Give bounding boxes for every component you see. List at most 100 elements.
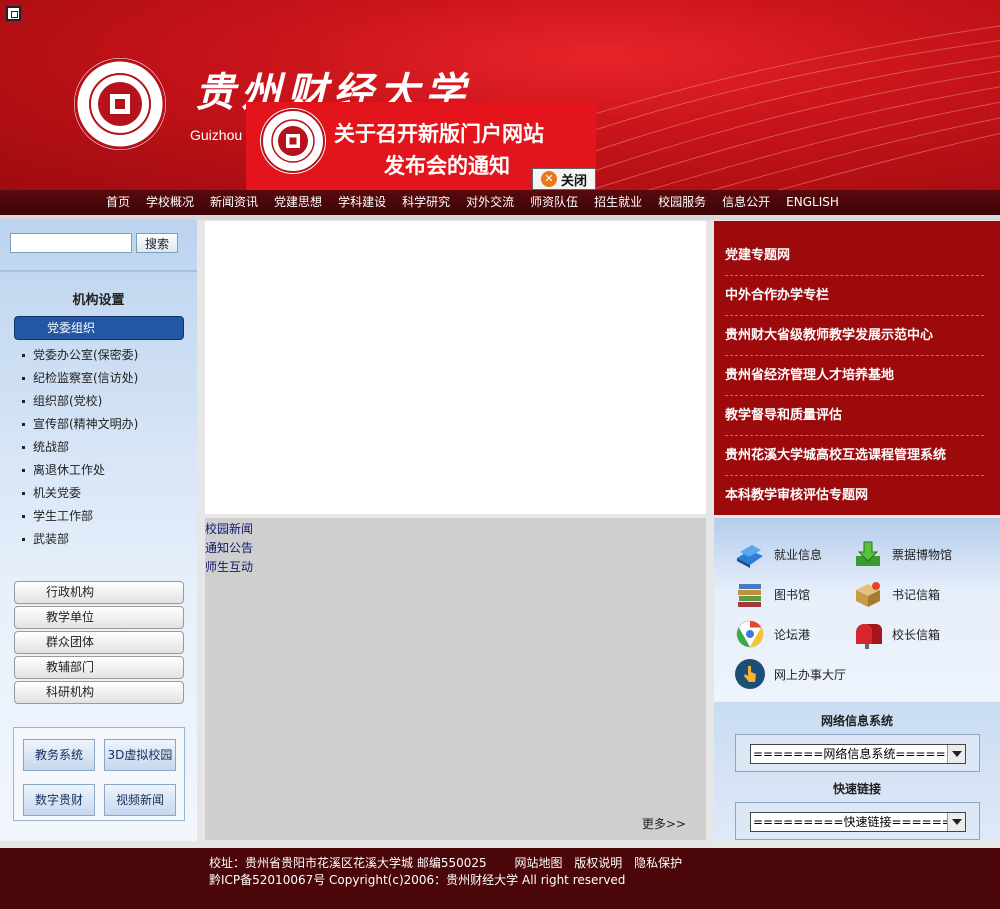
books-icon bbox=[738, 584, 761, 607]
nav-item-news[interactable]: 新闻资讯 bbox=[202, 190, 266, 215]
network-system-title: 网络信息系统 bbox=[820, 714, 893, 728]
featured-link[interactable]: 党建专题网 bbox=[725, 236, 984, 276]
network-system-selected: =======网络信息系统======= bbox=[753, 747, 966, 761]
main-nav: 首页 学校概况 新闻资讯 党建思想 学科建设 科学研究 对外交流 师资队伍 招生… bbox=[0, 190, 1000, 215]
org-group-mass-orgs[interactable]: 群众团体 bbox=[14, 631, 184, 654]
nav-item-english[interactable]: ENGLISH bbox=[778, 190, 847, 215]
service-label: 就业信息 bbox=[774, 547, 823, 562]
quick-links-title: 快速链接 bbox=[832, 782, 881, 796]
footer-line1: 校址：贵州省贵阳市花溪区花溪大学城 邮编550025 网站地图 版权说明 隐私保… bbox=[209, 854, 690, 871]
nav-item-exchange[interactable]: 对外交流 bbox=[458, 190, 522, 215]
news-panel: 校园新闻 通知公告 师生互动 更多>> bbox=[205, 518, 706, 840]
org-group-research[interactable]: 科研机构 bbox=[14, 681, 184, 704]
org-group-admin[interactable]: 行政机构 bbox=[14, 581, 184, 604]
footer-link-privacy[interactable]: 隐私保护 bbox=[634, 856, 682, 870]
nav-item-about[interactable]: 学校概况 bbox=[138, 190, 202, 215]
window-restore-icon[interactable] bbox=[6, 6, 21, 21]
footer-link-copyright[interactable]: 版权说明 bbox=[574, 856, 622, 870]
tab-interaction[interactable]: 师生互动 bbox=[205, 558, 253, 577]
featured-links: 党建专题网 中外合作办学专栏 贵州财大省级教师教学发展示范中心 贵州省经济管理人… bbox=[714, 221, 1000, 515]
news-more-link[interactable]: 更多>> bbox=[642, 815, 686, 832]
service-employment[interactable]: 就业信息 bbox=[734, 538, 822, 570]
popup-title-line1: 关于召开新版门户网站 bbox=[334, 122, 544, 146]
search-bar: 搜索 bbox=[10, 233, 178, 253]
service-online-hall[interactable]: 网上办事大厅 bbox=[734, 658, 846, 690]
org-list-item[interactable]: 武装部 bbox=[22, 528, 138, 551]
academic-system-button[interactable]: 教务系统 bbox=[23, 739, 95, 771]
nav-item-party[interactable]: 党建思想 bbox=[266, 190, 330, 215]
service-label: 票据博物馆 bbox=[892, 547, 953, 562]
quick-links-selected: =========快速链接========= bbox=[753, 815, 966, 829]
service-label: 校长信箱 bbox=[892, 627, 941, 642]
quick-links-select[interactable]: =========快速链接========= bbox=[750, 812, 966, 832]
hand-pointer-icon bbox=[735, 659, 765, 689]
org-list-item[interactable]: 宣传部(精神文明办) bbox=[22, 413, 138, 436]
org-list-item[interactable]: 纪检监察室(信访处) bbox=[22, 367, 138, 390]
video-news-button[interactable]: 视频新闻 bbox=[104, 784, 176, 816]
org-list-item[interactable]: 党委办公室(保密委) bbox=[22, 344, 138, 367]
nav-item-faculty[interactable]: 师资队伍 bbox=[522, 190, 586, 215]
virtual-campus-button[interactable]: 3D虚拟校园 bbox=[104, 739, 176, 771]
slideshow-area[interactable] bbox=[205, 221, 706, 514]
nav-item-admissions[interactable]: 招生就业 bbox=[586, 190, 650, 215]
service-library[interactable]: 图书馆 bbox=[734, 578, 810, 610]
close-circle-icon: ✕ bbox=[540, 171, 557, 187]
digital-campus-button[interactable]: 数字贵财 bbox=[23, 784, 95, 816]
popup-close-label: 关闭 bbox=[560, 173, 587, 189]
footer-link-sitemap[interactable]: 网站地图 bbox=[514, 856, 562, 870]
footer-address: 校址：贵州省贵阳市花溪区花溪大学城 邮编550025 bbox=[209, 856, 487, 870]
site-footer: 校址：贵州省贵阳市花溪区花溪大学城 邮编550025 网站地图 版权说明 隐私保… bbox=[0, 848, 1000, 909]
sidebar-divider bbox=[0, 270, 197, 272]
service-label: 书记信箱 bbox=[892, 587, 941, 602]
chevron-down-icon bbox=[947, 745, 965, 763]
featured-link[interactable]: 贵州花溪大学城高校互选课程管理系统 bbox=[725, 436, 984, 476]
news-tabs: 校园新闻 通知公告 师生互动 bbox=[205, 520, 253, 577]
service-label: 图书馆 bbox=[774, 587, 811, 602]
nav-item-disciplines[interactable]: 学科建设 bbox=[330, 190, 394, 215]
featured-link[interactable]: 贵州财大省级教师教学发展示范中心 bbox=[725, 316, 984, 356]
nav-item-campus-services[interactable]: 校园服务 bbox=[650, 190, 714, 215]
service-secretary-mailbox[interactable]: 书记信箱 bbox=[852, 578, 940, 610]
tab-notices[interactable]: 通知公告 bbox=[205, 539, 253, 558]
featured-link[interactable]: 中外合作办学专栏 bbox=[725, 276, 984, 316]
org-group-support[interactable]: 教辅部门 bbox=[14, 656, 184, 679]
org-list-item[interactable]: 学生工作部 bbox=[22, 505, 138, 528]
service-president-mailbox[interactable]: 校长信箱 bbox=[852, 618, 940, 650]
systems-box: 教务系统 3D虚拟校园 数字贵财 视频新闻 bbox=[13, 727, 185, 821]
org-list-item[interactable]: 离退休工作处 bbox=[22, 459, 138, 482]
university-seal-logo bbox=[74, 58, 166, 150]
announcement-popup[interactable]: 关于召开新版门户网站 发布会的通知 ✕ 关闭 bbox=[246, 102, 596, 190]
org-list-item[interactable]: 组织部(党校) bbox=[22, 390, 138, 413]
system-links-panel: 网络信息系统 =======网络信息系统======= 快速链接 =======… bbox=[714, 702, 1000, 841]
service-label: 论坛港 bbox=[774, 627, 811, 642]
book-icon bbox=[737, 545, 763, 568]
nav-item-info-disclosure[interactable]: 信息公开 bbox=[714, 190, 778, 215]
popup-close-button[interactable]: ✕ 关闭 bbox=[532, 168, 596, 190]
search-button[interactable]: 搜索 bbox=[136, 233, 178, 253]
org-category-active[interactable]: 党委组织 bbox=[14, 316, 184, 340]
tab-campus-news[interactable]: 校园新闻 bbox=[205, 520, 253, 539]
org-list-item[interactable]: 机关党委 bbox=[22, 482, 138, 505]
service-forum[interactable]: 论坛港 bbox=[734, 618, 810, 650]
org-group-list: 行政机构 教学单位 群众团体 教辅部门 科研机构 bbox=[14, 581, 184, 706]
download-icon bbox=[856, 541, 880, 566]
org-group-teaching[interactable]: 教学单位 bbox=[14, 606, 184, 629]
featured-link[interactable]: 本科教学审核评估专题网 bbox=[725, 476, 984, 516]
nav-item-research[interactable]: 科学研究 bbox=[394, 190, 458, 215]
services-panel: 就业信息 票据博物馆 图书馆 书记信箱 论坛港 校长信箱 网上办事大厅 bbox=[714, 518, 1000, 702]
page: 贵州财经大学 Guizhou U 关于召开新版门户网站 发布会的通知 ✕ 关闭 bbox=[0, 0, 1000, 909]
footer-copyright: 黔ICP备52010067号 Copyright(c)2006：贵州财经大学 A… bbox=[209, 873, 626, 887]
package-icon bbox=[856, 582, 880, 607]
search-input[interactable] bbox=[10, 233, 132, 253]
popup-title-line2: 发布会的通知 bbox=[384, 154, 510, 178]
featured-link[interactable]: 贵州省经济管理人才培养基地 bbox=[725, 356, 984, 396]
featured-link[interactable]: 教学督导和质量评估 bbox=[725, 396, 984, 436]
network-system-select[interactable]: =======网络信息系统======= bbox=[750, 744, 966, 764]
org-list: 党委办公室(保密委) 纪检监察室(信访处) 组织部(党校) 宣传部(精神文明办)… bbox=[22, 344, 138, 551]
site-header: 贵州财经大学 Guizhou U 关于召开新版门户网站 发布会的通知 ✕ 关闭 bbox=[0, 0, 1000, 190]
service-ticket-museum[interactable]: 票据博物馆 bbox=[852, 538, 952, 570]
network-system-box: =======网络信息系统======= bbox=[735, 734, 980, 772]
nav-item-home[interactable]: 首页 bbox=[98, 190, 138, 215]
org-list-item[interactable]: 统战部 bbox=[22, 436, 138, 459]
service-label: 网上办事大厅 bbox=[774, 667, 847, 682]
